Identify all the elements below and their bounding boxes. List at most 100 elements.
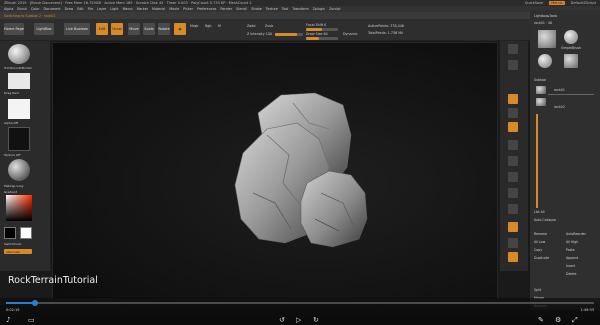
subtool-2-thumb[interactable] [536,98,546,106]
menu-light[interactable]: Light [110,7,118,11]
subtool-1-name[interactable]: rock01 [554,88,565,92]
primary-color-swatch[interactable] [4,227,16,239]
menu-stencil[interactable]: Stencil [236,7,247,11]
quicksave-button[interactable]: QuickSave [525,1,544,5]
alternate-button[interactable]: Alternate [4,249,32,254]
lightbox-tools-button[interactable]: Lightbox▸Tools [534,14,557,18]
secondary-color-swatch[interactable] [20,227,32,239]
auto-collapse-button[interactable]: Auto Collapse [534,218,556,222]
polyf-button[interactable] [508,222,518,232]
video-progress-track[interactable] [6,300,594,306]
menu-color[interactable]: Color [31,7,40,11]
menu-brush[interactable]: Brush [17,7,27,11]
edit-brush-button[interactable]: ◉ [174,23,186,35]
z-intensity-slider[interactable] [275,33,303,36]
alpha-thumbnail[interactable] [8,99,30,119]
all-low-button[interactable]: All Low [534,240,545,244]
copy-button[interactable]: Copy [534,248,542,252]
mrgb-toggle[interactable]: Mrgb [190,24,198,28]
edit-mode-button[interactable]: Edit [96,23,108,35]
m-toggle[interactable]: M [218,24,221,28]
split-button[interactable]: Split [534,288,541,292]
local-button[interactable] [508,122,518,132]
draw-mode-button[interactable]: Draw [111,23,123,35]
persp-button[interactable] [508,94,518,104]
texture-thumbnail[interactable] [8,127,30,151]
move-mode-button[interactable]: Move [128,23,140,35]
lsym-button[interactable] [508,140,518,150]
menu-material[interactable]: Material [152,7,165,11]
tool-thumbnail-rock[interactable] [538,30,556,48]
menu-draw[interactable]: Draw [65,7,74,11]
stroke-thumbnail[interactable] [8,73,30,89]
menu-render[interactable]: Render [220,7,232,11]
tool-thumbnail-sphere[interactable] [564,30,578,44]
brush-thumbnail[interactable] [8,44,30,64]
rename-button[interactable]: Rename [534,232,547,236]
fullscreen-icon[interactable]: ⤢ [572,316,578,325]
bpr-button[interactable] [508,44,518,54]
solo-button[interactable] [508,252,518,262]
menu-alpha[interactable]: Alpha [4,7,13,11]
menu-zplugin[interactable]: Zplugin [313,7,325,11]
draw-size-slider[interactable] [306,37,338,40]
append-button[interactable]: Append [566,256,578,260]
menu-edit[interactable]: Edit [77,7,83,11]
menu-marker[interactable]: Marker [137,7,148,11]
dynamic-toggle[interactable]: Dynamic [343,32,358,36]
insert-button[interactable]: Insert [566,264,575,268]
menu-zscript[interactable]: Zscript [329,7,340,11]
delete-button[interactable]: Delete [566,272,576,276]
duplicate-button[interactable]: Duplicate [534,256,549,260]
zoom-view-button[interactable] [508,204,518,214]
rgb-toggle[interactable]: Rgb [205,24,211,28]
zsub-toggle[interactable]: Zsub [265,24,273,28]
volume-icon[interactable]: ♪ [6,316,10,324]
menus-toggle[interactable]: Menus [549,1,565,5]
menu-transform[interactable]: Transform [292,7,308,11]
lightbox-button[interactable]: LightBox [34,23,54,35]
home-page-button[interactable]: Home Page [4,23,24,35]
settings-icon[interactable]: ⚙ [555,316,561,324]
color-picker[interactable] [6,195,32,221]
autoreorder-button[interactable]: AutoReorder [566,232,586,236]
tool-thumbnail-rock2[interactable] [564,54,578,68]
menu-movie[interactable]: Movie [169,7,179,11]
menu-layer[interactable]: Layer [97,7,106,11]
edit-pen-icon[interactable]: ✎ [538,316,544,324]
switch-color-button[interactable]: SwitchColor [4,242,22,246]
live-boolean-button[interactable]: Live Boolean [64,23,90,35]
forward-icon[interactable]: ↻ [313,316,319,324]
paste-button[interactable]: Paste [566,248,575,252]
frame-button[interactable] [508,172,518,182]
tool-thumbnail-polysphere[interactable] [538,54,552,68]
canvas-viewport[interactable] [52,42,498,300]
menu-preferences[interactable]: Preferences [197,7,216,11]
rewind-icon[interactable]: ↺ [279,316,285,324]
menu-picker[interactable]: Picker [183,7,193,11]
list-all-button[interactable]: List All [534,210,545,214]
focal-shift-slider[interactable] [306,28,338,31]
menu-texture[interactable]: Texture [266,7,278,11]
menu-file[interactable]: File [88,7,94,11]
subtool-2-name[interactable]: rock02 [554,105,565,109]
scale-mode-button[interactable]: Scale [143,23,155,35]
menu-stroke[interactable]: Stroke [251,7,262,11]
all-high-button[interactable]: All High [566,240,578,244]
floor-button[interactable] [508,108,518,118]
xyz-button[interactable] [508,156,518,166]
move-view-button[interactable] [508,188,518,198]
subtool-header[interactable]: Subtool [534,78,546,82]
zadd-toggle[interactable]: Zadd [247,24,255,28]
captions-icon[interactable]: ▭ [28,316,35,324]
rotate-mode-button[interactable]: Rotate [158,23,170,35]
transp-button[interactable] [508,238,518,248]
defaultzscript-button[interactable]: DefaultZScript [571,1,596,5]
subtool-scrollbar[interactable] [536,114,538,208]
subtool-1-thumb[interactable] [536,86,546,94]
material-thumbnail[interactable] [8,159,30,181]
menu-tool[interactable]: Tool [282,7,288,11]
spix-button[interactable] [508,60,518,70]
play-icon[interactable]: ▷ [296,316,301,324]
menu-macro[interactable]: Macro [123,7,133,11]
